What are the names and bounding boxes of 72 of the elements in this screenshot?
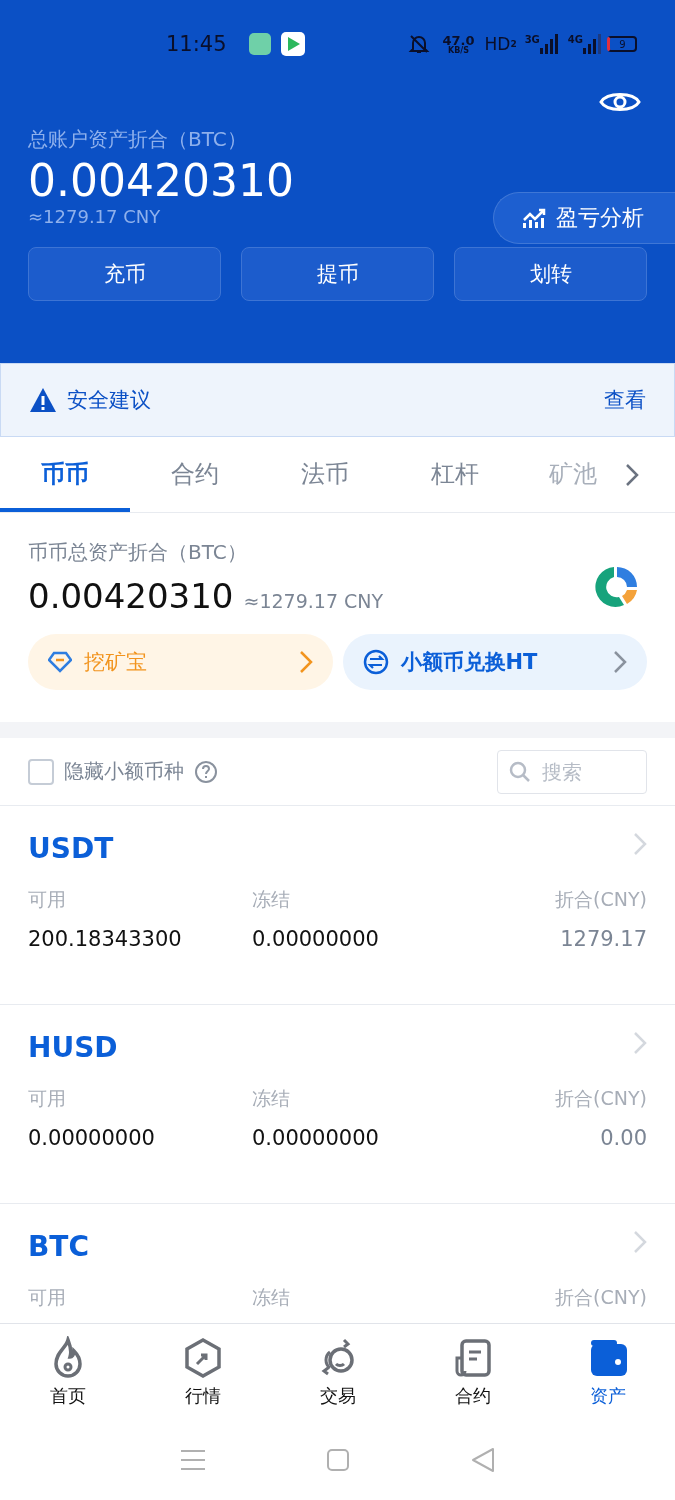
network-type: 4G — [567, 34, 583, 45]
column-label: 冻结 — [252, 887, 290, 912]
column-label: 折合(CNY) — [555, 1086, 647, 1111]
home-square-icon[interactable] — [325, 1448, 350, 1472]
bell-muted-icon — [408, 33, 431, 55]
total-assets-title: 总账户资产折合（BTC） — [28, 126, 248, 153]
exchange-button[interactable]: 小额币兑换HT — [342, 634, 647, 690]
tab[interactable]: 杠杆 — [390, 437, 520, 512]
tab[interactable]: 合约 — [130, 437, 260, 512]
menu-icon[interactable] — [179, 1449, 206, 1471]
hd-index: 2 — [510, 39, 517, 49]
tab[interactable]: 法币 — [260, 437, 390, 512]
nav-item[interactable]: 首页 — [0, 1324, 135, 1420]
spot-assets-title: 币币总资产折合（BTC） — [28, 539, 248, 566]
chevron-right-icon — [633, 1230, 647, 1254]
column-label: 可用 — [28, 887, 66, 912]
balance-value: 0.00 — [600, 1126, 647, 1150]
signal-icon — [539, 34, 558, 54]
battery-icon: 9 — [607, 36, 637, 52]
network-speed: 47.0 — [442, 33, 475, 47]
column-label: 可用 — [28, 1086, 66, 1111]
nav-item[interactable]: 资产 — [540, 1324, 675, 1420]
total-cny: ≈1279.17 CNY — [28, 206, 161, 227]
balance-value: 1279.17 — [560, 927, 647, 951]
tab[interactable]: 币币 — [0, 437, 130, 512]
column-label: 冻结 — [252, 1086, 290, 1111]
coin-name[interactable]: HUSD — [28, 1031, 118, 1064]
coin-name[interactable]: USDT — [28, 832, 114, 865]
balance-value: 0.00000000 — [28, 1126, 155, 1150]
app-icon — [248, 33, 271, 55]
balance-value: 0.00000000 — [252, 927, 379, 951]
view-link[interactable]: 查看 — [604, 386, 646, 414]
chevron-right-icon — [633, 1031, 647, 1055]
hide-small-checkbox[interactable] — [28, 758, 54, 785]
chart-icon — [522, 208, 546, 228]
warning-icon — [29, 387, 57, 413]
search-field[interactable]: 搜索 — [497, 749, 647, 794]
spot-amount: 0.00420310 — [28, 576, 234, 616]
signal-icon — [583, 34, 601, 54]
nav-item[interactable]: 行情 — [135, 1324, 270, 1420]
chevron-right-icon — [633, 832, 647, 856]
analysis-button[interactable]: 盈亏分析 — [493, 192, 675, 244]
hd-label: HD — [484, 34, 511, 54]
network-type: 3G — [524, 34, 540, 45]
hide-small-label: 隐藏小额币种 — [64, 758, 184, 785]
search-icon — [509, 760, 531, 783]
total-amount: 0.00420310 — [28, 155, 294, 206]
action-button[interactable]: 提币 — [241, 247, 434, 301]
coin-name[interactable]: BTC — [28, 1230, 89, 1263]
nav-item[interactable]: 交易 — [270, 1324, 405, 1420]
chevron-right-icon — [625, 462, 639, 487]
action-button[interactable]: 划转 — [454, 247, 647, 301]
chevron-right-icon — [613, 650, 627, 674]
action-button[interactable]: 充币 — [28, 247, 221, 301]
column-label: 折合(CNY) — [555, 887, 647, 912]
security-label: 安全建议 — [67, 387, 152, 414]
nav-item[interactable]: 合约 — [405, 1324, 540, 1420]
status-time: 11:45 — [166, 32, 227, 56]
diamond-icon — [48, 651, 72, 673]
speed-unit: KB/S — [448, 46, 469, 55]
column-label: 可用 — [28, 1285, 66, 1310]
column-label: 冻结 — [252, 1285, 290, 1310]
play-app-icon — [280, 32, 305, 56]
spot-cny: ≈1279.17 CNY — [243, 590, 384, 612]
column-label: 折合(CNY) — [555, 1285, 647, 1310]
balance-value: 200.18343300 — [28, 927, 182, 951]
balance-value: 0.00000000 — [252, 1126, 379, 1150]
donut-chart-icon[interactable] — [595, 565, 639, 609]
chevron-right-icon — [298, 650, 313, 674]
swap-icon — [362, 649, 389, 675]
back-icon[interactable] — [469, 1447, 496, 1473]
help-icon[interactable] — [194, 759, 218, 784]
